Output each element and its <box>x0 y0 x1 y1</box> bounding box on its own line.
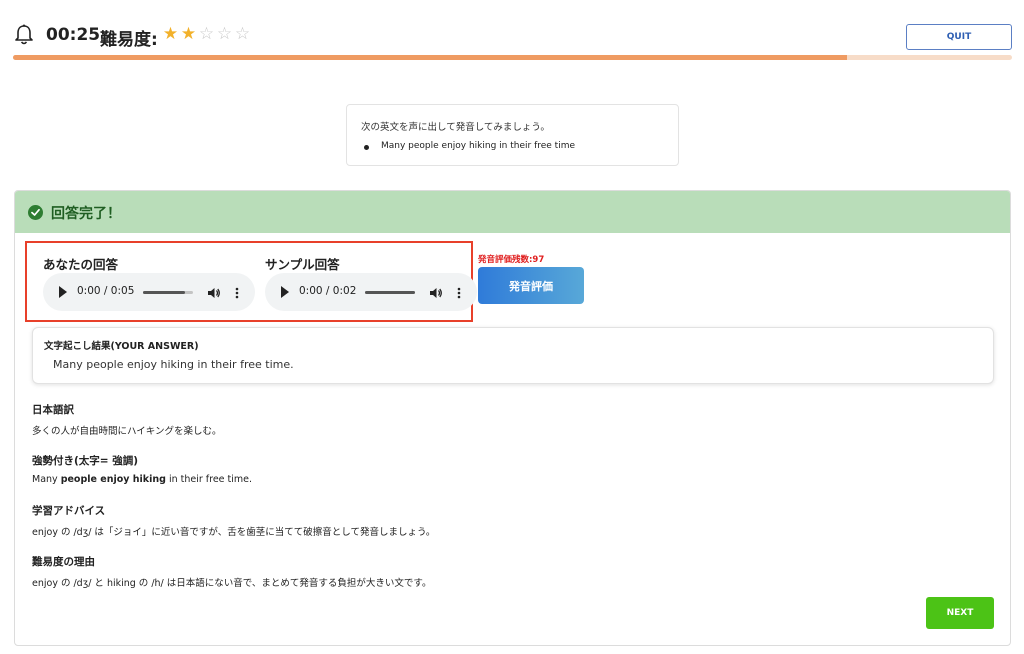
progress-bar <box>13 55 1012 60</box>
check-circle-icon <box>28 205 43 220</box>
play-icon[interactable] <box>281 286 289 298</box>
audio-comparison-box: あなたの回答 0:00 / 0:05 サンプル回答 0:00 / 0:02 <box>25 241 477 322</box>
transcript-title: 文字起こし結果(YOUR ANSWER) <box>44 341 199 352</box>
star-icon: ★ <box>180 24 198 44</box>
translation-title: 日本語訳 <box>32 404 74 416</box>
timer: 00:25 <box>46 25 101 45</box>
more-vert-icon[interactable] <box>235 285 239 299</box>
advice-section: 学習アドバイス enjoy の /dʒ/ は「ジョイ」に近い音ですが、舌を歯茎に… <box>32 503 435 538</box>
star-icon: ★ <box>162 24 180 44</box>
prompt-sentence: Many people enjoy hiking in their free t… <box>381 141 576 151</box>
play-icon[interactable] <box>59 286 67 298</box>
evaluation-remaining-count: 発音評価残数:97 <box>478 255 545 265</box>
volume-icon[interactable] <box>429 285 443 299</box>
prompt-card: 次の英文を声に出して発音してみましょう。 Many people enjoy h… <box>346 104 679 166</box>
header: 00:25 難易度: ★ ★ ☆ ☆ ☆ QUIT <box>12 20 1012 54</box>
advice-title: 学習アドバイス <box>32 505 106 517</box>
next-button[interactable]: NEXT <box>926 597 994 629</box>
transcript-card: 文字起こし結果(YOUR ANSWER) Many people enjoy h… <box>32 327 994 384</box>
result-title: 回答完了！ <box>51 206 121 222</box>
stress-text-bold: people enjoy hiking <box>60 474 166 485</box>
sample-answer-player[interactable]: 0:00 / 0:02 <box>265 273 477 311</box>
your-answer-player[interactable]: 0:00 / 0:05 <box>43 273 255 311</box>
volume-icon[interactable] <box>207 285 221 299</box>
sample-answer-label: サンプル回答 <box>265 257 340 272</box>
advice-body: enjoy の /dʒ/ は「ジョイ」に近い音ですが、舌を歯茎に当てて破擦音とし… <box>32 527 436 538</box>
reason-body: enjoy の /dʒ/ と hiking の /h/ は日本語にない音で、まと… <box>32 578 432 589</box>
difficulty-stars: ★ ★ ☆ ☆ ☆ <box>162 24 252 44</box>
reason-section: 難易度の理由 enjoy の /dʒ/ と hiking の /h/ は日本語に… <box>32 554 431 589</box>
transcript-text: Many people enjoy hiking in their free t… <box>53 358 294 371</box>
prompt-instruction: 次の英文を声に出して発音してみましょう。 <box>361 122 550 133</box>
translation-body: 多くの人が自由時間にハイキングを楽しむ。 <box>32 426 222 437</box>
player-time: 0:00 / 0:02 <box>299 285 357 297</box>
bullet-icon <box>364 145 369 150</box>
reason-title: 難易度の理由 <box>32 556 95 568</box>
more-vert-icon[interactable] <box>457 285 461 299</box>
star-icon: ☆ <box>216 24 234 44</box>
difficulty-label: 難易度: <box>100 30 158 50</box>
stress-text-normal: in their free time. <box>165 474 253 485</box>
stress-title: 強勢付き(太字= 強調) <box>32 455 139 467</box>
star-icon: ☆ <box>234 24 252 44</box>
player-seek-bar[interactable] <box>143 291 193 294</box>
progress-fill <box>13 55 848 60</box>
your-answer-label: あなたの回答 <box>43 257 119 272</box>
stress-text-normal: Many <box>32 474 61 485</box>
player-time: 0:00 / 0:05 <box>77 285 135 297</box>
quit-button[interactable]: QUIT <box>906 24 1012 50</box>
stress-section: 強勢付き(太字= 強調) Many people enjoy hiking in… <box>32 453 252 485</box>
result-header: 回答完了！ <box>15 191 1010 233</box>
bell-icon <box>14 24 34 46</box>
star-icon: ☆ <box>198 24 216 44</box>
result-panel: 回答完了！ あなたの回答 0:00 / 0:05 サンプル回答 0:00 / 0… <box>14 190 1011 646</box>
stress-body: Many people enjoy hiking in their free t… <box>32 474 252 485</box>
player-seek-bar[interactable] <box>365 291 415 294</box>
pronunciation-evaluate-button[interactable]: 発音評価 <box>478 267 584 304</box>
translation-section: 日本語訳 多くの人が自由時間にハイキングを楽しむ。 <box>32 402 222 437</box>
